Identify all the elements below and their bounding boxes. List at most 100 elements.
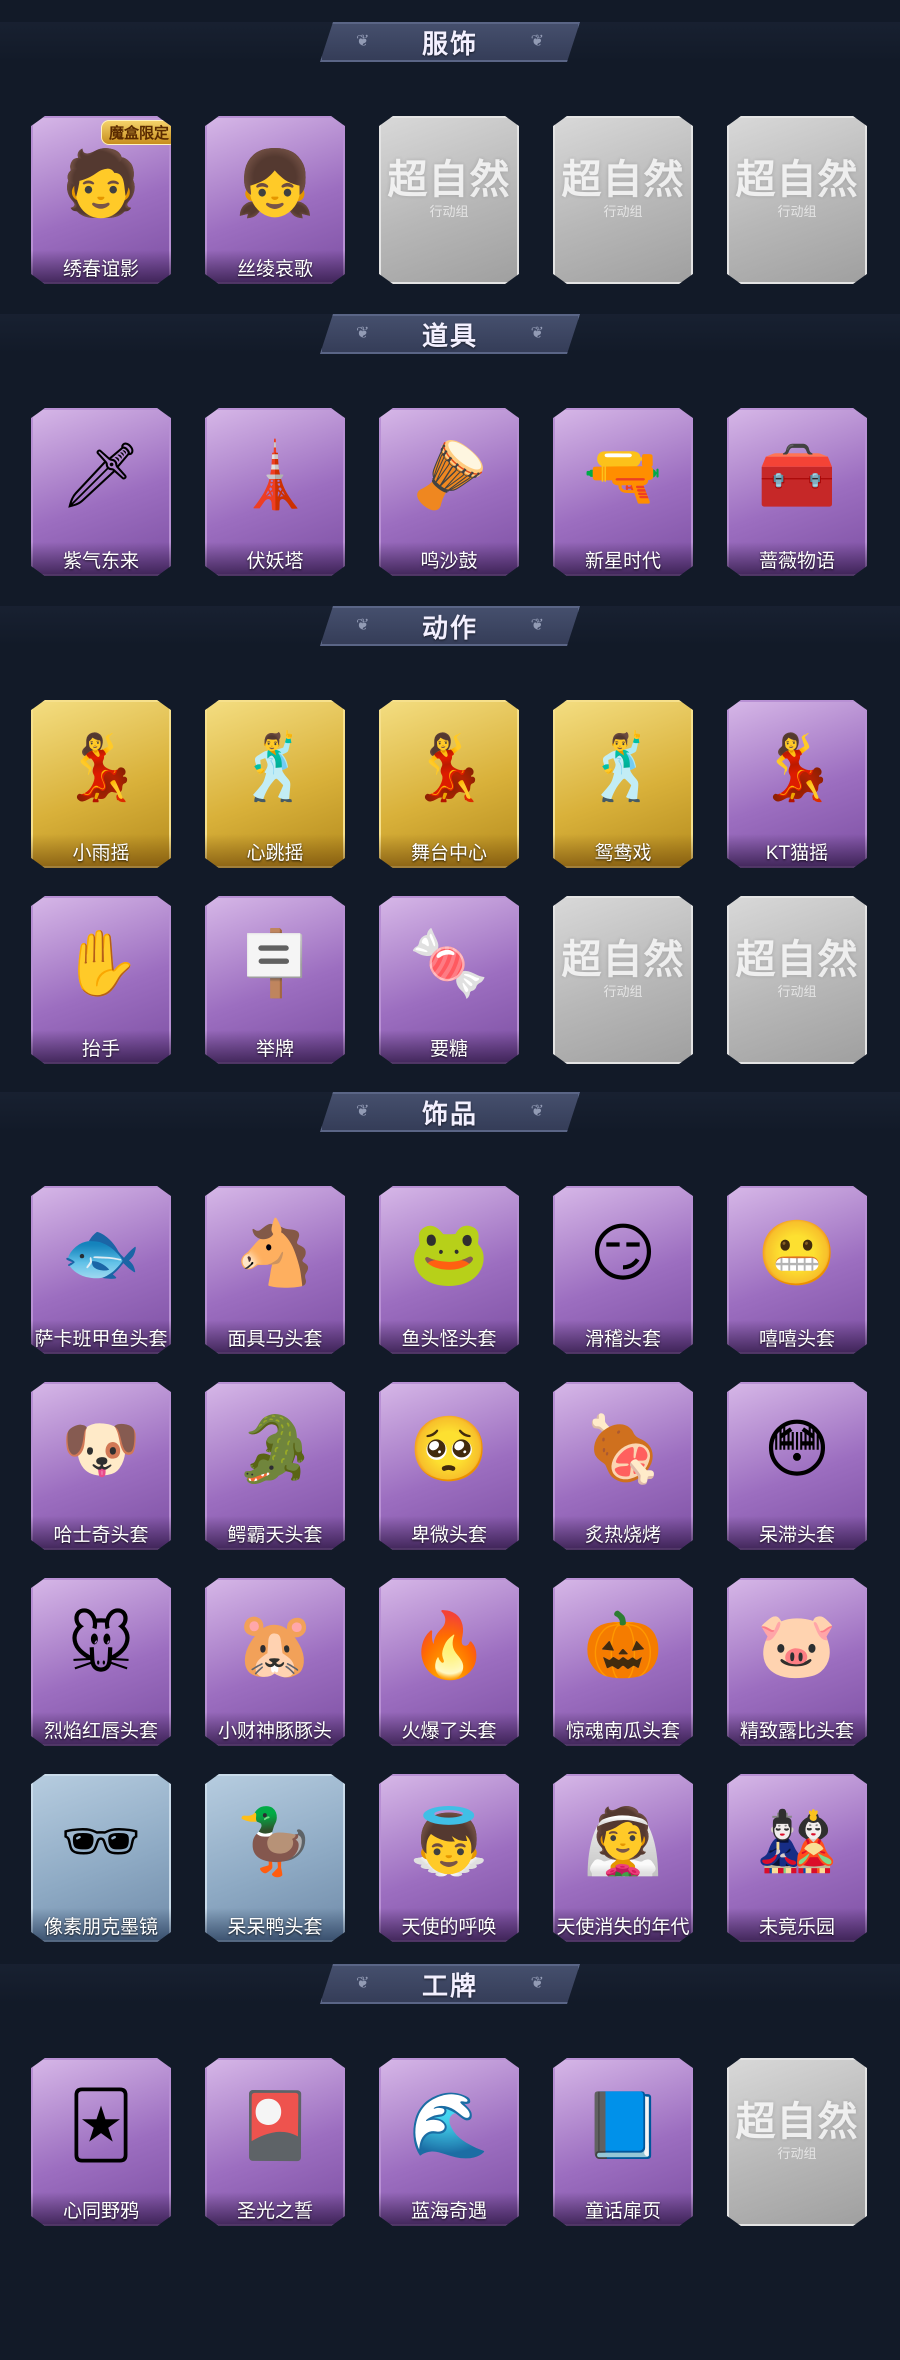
item-card[interactable]: 🎃 惊魂南瓜头套 [553, 1578, 693, 1746]
item-art-glyph: 🐶 [61, 1413, 141, 1485]
grin-face-icon: 😬 [727, 1186, 867, 1320]
angel-girl-icon: 👰 [553, 1774, 693, 1908]
watermark-title: 超自然 [735, 935, 859, 983]
item-card[interactable]: 🧰 蔷薇物语 [727, 408, 867, 576]
card-fairytale-icon: 📘 [553, 2058, 693, 2192]
item-card[interactable]: 🐷 精致露比头套 [727, 1578, 867, 1746]
item-card[interactable]: 👼 天使的呼唤 [379, 1774, 519, 1942]
item-card[interactable]: 🪘 鸣沙鼓 [379, 408, 519, 576]
item-card[interactable]: ✋ 抬手 [31, 896, 171, 1064]
item-card[interactable]: 🔥 火爆了头套 [379, 1578, 519, 1746]
category-section: 饰品 🐟 萨卡班甲鱼头套 🐴 面具马头套 🐸 鱼头怪头套 😏 滑稽头套 😬 嘻嘻头套 🐶 哈士奇头套 🐊 鳄… [0, 1092, 900, 1970]
item-grid: 🗡 紫气东来 🗼 伏妖塔 🪘 鸣沙鼓 🔫 新星时代 🧰 蔷薇物语 [31, 408, 871, 576]
item-card[interactable]: 🕶 像素朋克墨镜 [31, 1774, 171, 1942]
section-title: 动作 [421, 612, 478, 643]
item-card[interactable]: 🍖 炙热烧烤 [553, 1382, 693, 1550]
item-card[interactable]: 💃 KT猫摇 [727, 700, 867, 868]
item-label: 蔷薇物语 [727, 542, 867, 576]
item-card[interactable]: 🕺 心跳摇 [205, 700, 345, 868]
item-card[interactable]: 超自然 行动组 [727, 2058, 867, 2226]
section-title: 工牌 [421, 1970, 478, 2001]
item-card[interactable]: 👧 丝绫哀歌 [205, 116, 345, 284]
doll-figure-icon: 🎎 [727, 1774, 867, 1908]
item-card[interactable]: 🐊 鳄霸天头套 [205, 1382, 345, 1550]
item-art-glyph: 🐷 [757, 1609, 837, 1681]
item-card[interactable]: 超自然 行动组 [727, 896, 867, 1064]
section-header-banner: 饰品 [320, 1092, 580, 1132]
item-card[interactable]: 🗡 紫气东来 [31, 408, 171, 576]
item-art-glyph: 🐟 [61, 1217, 141, 1289]
item-art-glyph: 🕺 [235, 731, 315, 803]
item-card[interactable]: 🌊 蓝海奇遇 [379, 2058, 519, 2226]
item-card[interactable]: 💃 舞台中心 [379, 700, 519, 868]
watermark-logo-icon: 超自然 行动组 [553, 116, 693, 250]
item-art-glyph: 🌊 [409, 2089, 489, 2161]
item-card[interactable]: 🕺 鸳鸯戏 [553, 700, 693, 868]
item-card[interactable]: 💃 小雨摇 [31, 700, 171, 868]
item-card[interactable]: 🧑 魔盒限定 绣春谊影 [31, 116, 171, 284]
item-card[interactable]: 🐸 鱼头怪头套 [379, 1186, 519, 1354]
item-label: 蓝海奇遇 [379, 2192, 519, 2226]
item-card[interactable]: 📘 童话扉页 [553, 2058, 693, 2226]
item-art-glyph: 🎃 [583, 1609, 663, 1681]
item-art-glyph: 💃 [409, 731, 489, 803]
item-card[interactable]: 🐴 面具马头套 [205, 1186, 345, 1354]
item-label: 绣春谊影 [31, 250, 171, 284]
dance-pose-icon: 🕺 [205, 700, 345, 834]
item-card[interactable]: 超自然 行动组 [379, 116, 519, 284]
item-card[interactable]: 🐟 萨卡班甲鱼头套 [31, 1186, 171, 1354]
item-label: 嘻嘻头套 [727, 1320, 867, 1354]
item-card[interactable]: 🎎 未竟乐园 [727, 1774, 867, 1942]
item-card[interactable]: 超自然 行动组 [553, 896, 693, 1064]
item-card[interactable]: 超自然 行动组 [553, 116, 693, 284]
item-label: 呆呆鸭头套 [205, 1908, 345, 1942]
item-art-glyph: 🐴 [235, 1217, 315, 1289]
item-card[interactable]: 超自然 行动组 [727, 116, 867, 284]
watermark-logo: 超自然 行动组 [736, 147, 859, 220]
item-label: 新星时代 [553, 542, 693, 576]
section-title: 饰品 [421, 1098, 478, 1129]
card-holy-icon: 🎴 [205, 2058, 345, 2192]
item-art-glyph: ✋ [61, 927, 141, 999]
item-art-glyph: 🔫 [583, 439, 663, 511]
item-card[interactable]: 🔫 新星时代 [553, 408, 693, 576]
item-card[interactable]: 🐭 烈焰红唇头套 [31, 1578, 171, 1746]
item-card[interactable]: 😏 滑稽头套 [553, 1186, 693, 1354]
item-card[interactable]: 🐹 小财神豚豚头 [205, 1578, 345, 1746]
item-card[interactable]: 🗼 伏妖塔 [205, 408, 345, 576]
item-card[interactable]: 🍬 要糖 [379, 896, 519, 1064]
item-card[interactable]: 👰 天使消失的年代 [553, 1774, 693, 1942]
watermark-logo-icon: 超自然 行动组 [379, 116, 519, 250]
item-card[interactable]: 🪧 举牌 [205, 896, 345, 1064]
item-card[interactable]: 😳 呆滞头套 [727, 1382, 867, 1550]
watermark-title: 超自然 [735, 155, 859, 203]
item-card[interactable]: 🦆 呆呆鸭头套 [205, 1774, 345, 1942]
pixel-sunglasses-icon: 🕶 [31, 1774, 171, 1908]
horse-head-icon: 🐴 [205, 1186, 345, 1320]
item-art-glyph: 🗼 [235, 439, 315, 511]
flame-head-icon: 🔥 [379, 1578, 519, 1712]
item-card[interactable]: 🃏 心同野鸦 [31, 2058, 171, 2226]
item-label: 鸳鸯戏 [553, 834, 693, 868]
angel-figure-icon: 👼 [379, 1774, 519, 1908]
pagoda-icon: 🗼 [205, 408, 345, 542]
dazed-face-icon: 😳 [727, 1382, 867, 1516]
raise-hand-icon: ✋ [31, 896, 171, 1030]
item-card[interactable]: 🐶 哈士奇头套 [31, 1382, 171, 1550]
watermark-logo: 超自然 行动组 [736, 927, 859, 1000]
pumpkin-head-icon: 🎃 [553, 1578, 693, 1712]
item-art-glyph: 🎴 [235, 2089, 315, 2161]
item-label: 紫气东来 [31, 542, 171, 576]
item-art-glyph: 🎎 [757, 1805, 837, 1877]
item-card[interactable]: 🥺 卑微头套 [379, 1382, 519, 1550]
item-label: 精致露比头套 [727, 1712, 867, 1746]
section-title: 道具 [421, 320, 478, 351]
card-gold-icon: 🃏 [31, 2058, 171, 2192]
item-grid: 💃 小雨摇 🕺 心跳摇 💃 舞台中心 🕺 鸳鸯戏 💃 KT猫摇 ✋ 抬手 🪧 举牌 🍬 要糖 超自然 行动组 超自然… [31, 700, 871, 1064]
item-card[interactable]: 😬 嘻嘻头套 [727, 1186, 867, 1354]
item-card[interactable]: 🎴 圣光之誓 [205, 2058, 345, 2226]
section-header-banner: 工牌 [320, 1964, 580, 2004]
item-label: 举牌 [205, 1030, 345, 1064]
item-grid: 🃏 心同野鸦 🎴 圣光之誓 🌊 蓝海奇遇 📘 童话扉页 超自然 行动组 [31, 2058, 871, 2226]
item-label: 呆滞头套 [727, 1516, 867, 1550]
